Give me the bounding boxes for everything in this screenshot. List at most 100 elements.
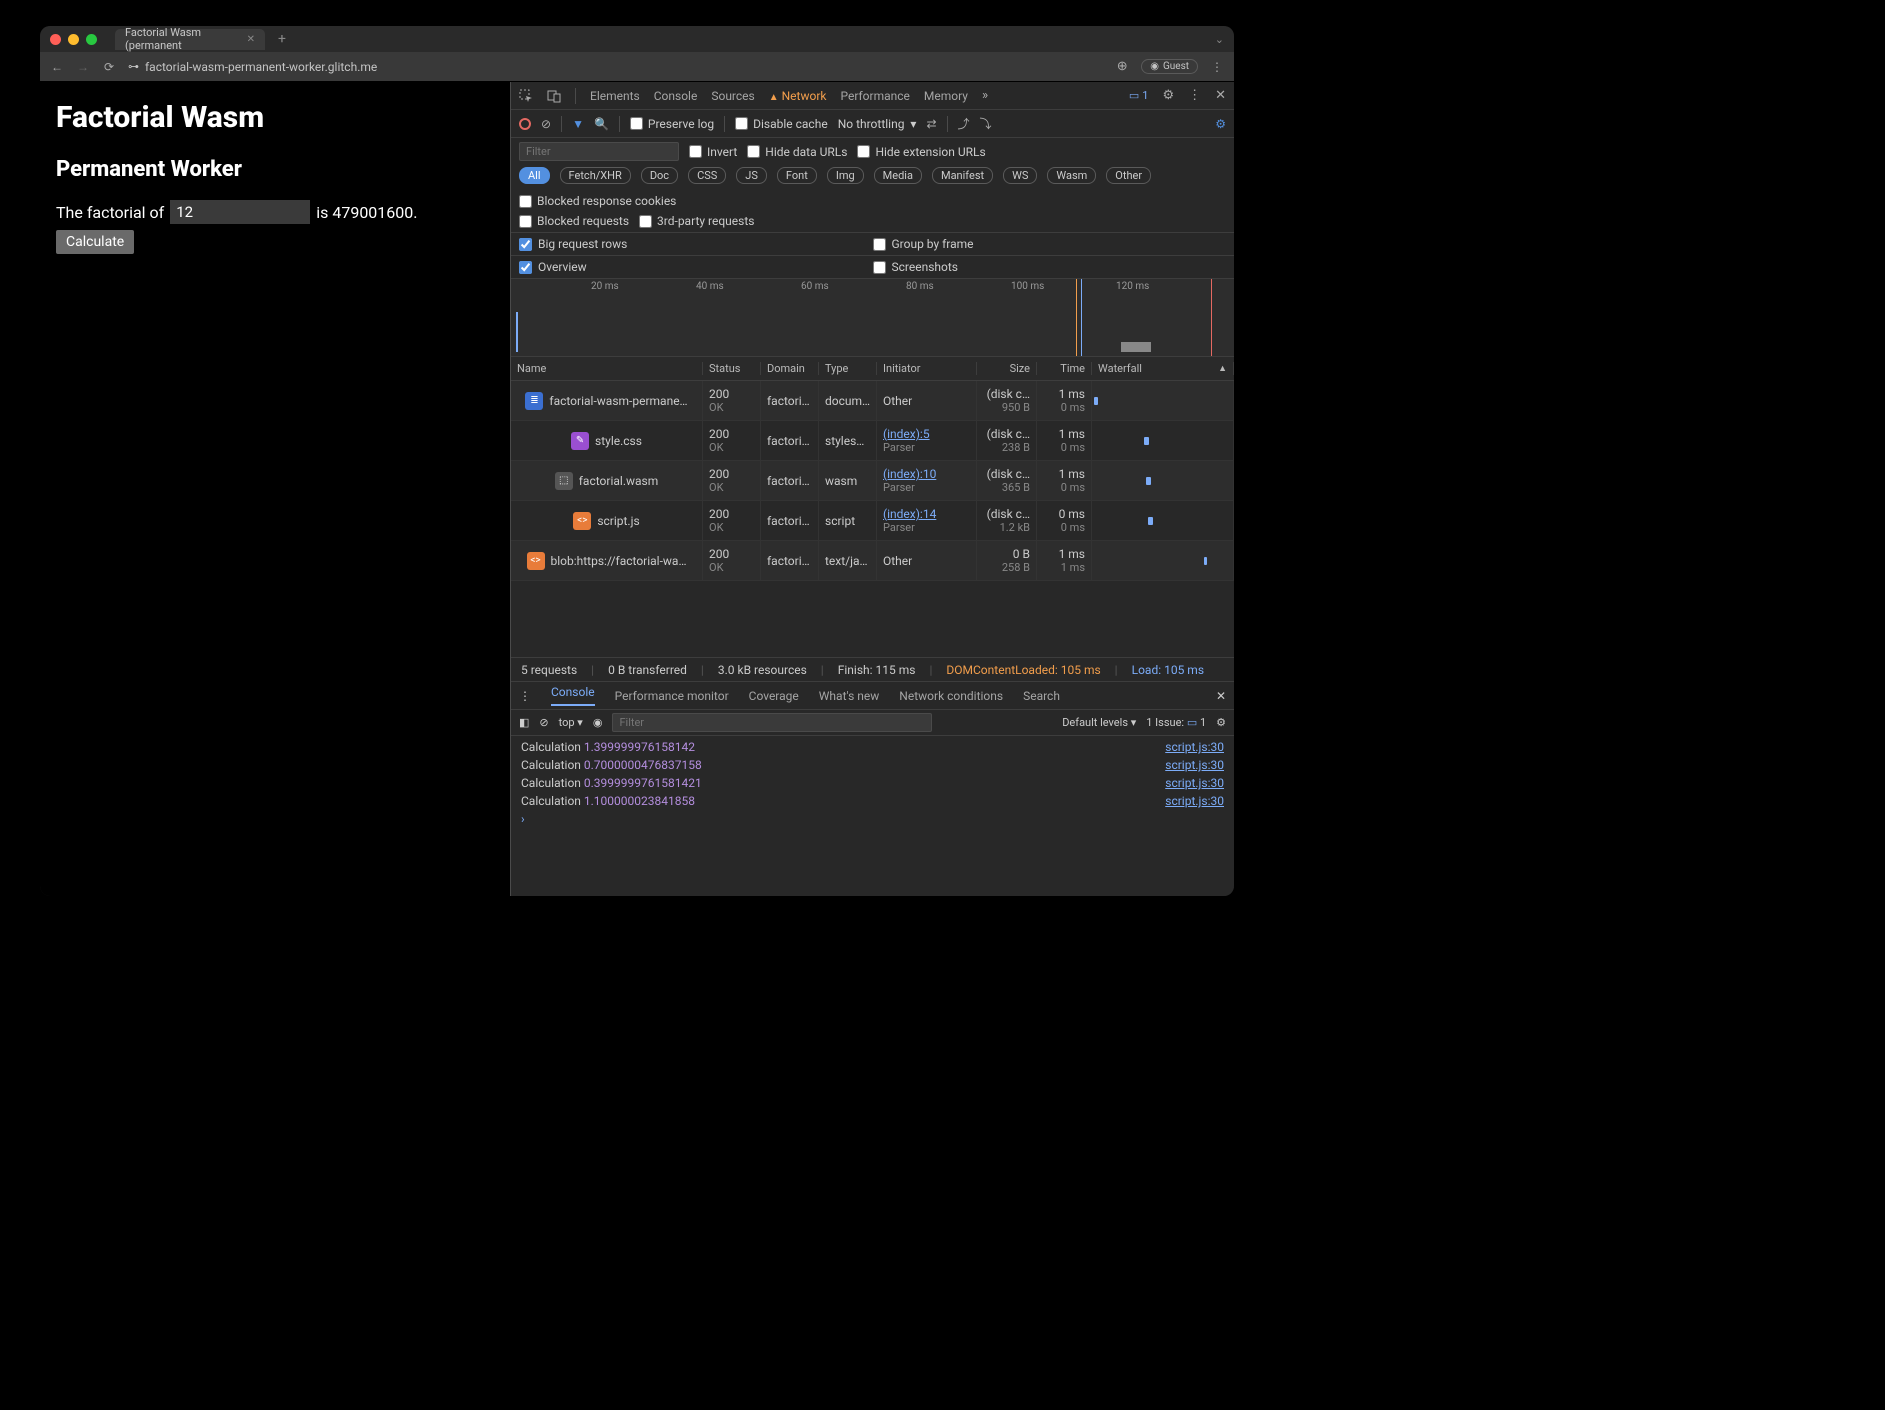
console-context-select[interactable]: top ▾: [559, 716, 583, 729]
col-time[interactable]: Time: [1037, 362, 1092, 375]
back-icon[interactable]: ←: [50, 60, 64, 74]
throttling-select[interactable]: No throttling ▾: [838, 117, 917, 131]
window-close-icon[interactable]: [50, 34, 61, 45]
table-row[interactable]: ✎style.css200OKfactori…styles…(index):5P…: [511, 421, 1234, 461]
chip-doc[interactable]: Doc: [641, 167, 678, 184]
browser-menu-icon[interactable]: ⋮: [1210, 60, 1224, 74]
chip-manifest[interactable]: Manifest: [932, 167, 993, 184]
drawer-tab-perfmon[interactable]: Performance monitor: [615, 689, 729, 703]
source-link[interactable]: script.js:30: [1165, 794, 1224, 808]
table-row[interactable]: ⬚factorial.wasm200OKfactori…wasm(index):…: [511, 461, 1234, 501]
disable-cache-checkbox[interactable]: Disable cache: [735, 117, 828, 131]
network-settings-icon[interactable]: ⚙: [1215, 117, 1226, 131]
chip-other[interactable]: Other: [1106, 167, 1151, 184]
forward-icon[interactable]: →: [76, 60, 90, 74]
overview-checkbox[interactable]: Overview: [519, 260, 873, 274]
drawer-tab-console[interactable]: Console: [551, 685, 595, 706]
zoom-icon[interactable]: ⊕: [1115, 59, 1129, 74]
drawer-close-icon[interactable]: ✕: [1216, 689, 1226, 703]
console-levels-select[interactable]: Default levels ▾: [1062, 716, 1136, 729]
chip-css[interactable]: CSS: [688, 167, 726, 184]
drawer-tab-search[interactable]: Search: [1023, 689, 1060, 703]
browser-tab[interactable]: Factorial Wasm (permanent ✕: [115, 29, 265, 50]
chip-font[interactable]: Font: [777, 167, 817, 184]
col-waterfall[interactable]: Waterfall▲: [1092, 362, 1234, 375]
chip-all[interactable]: All: [519, 167, 550, 184]
url-field[interactable]: ⊶ factorial-wasm-permanent-worker.glitch…: [128, 60, 1103, 74]
chip-img[interactable]: Img: [827, 167, 864, 184]
chip-ws[interactable]: WS: [1003, 167, 1037, 184]
close-tab-icon[interactable]: ✕: [247, 34, 255, 45]
col-status[interactable]: Status: [703, 362, 761, 375]
chip-fetch[interactable]: Fetch/XHR: [560, 167, 631, 184]
tab-sources[interactable]: Sources: [711, 89, 754, 103]
devtools-close-icon[interactable]: ✕: [1215, 88, 1226, 103]
hide-extension-urls-checkbox[interactable]: Hide extension URLs: [857, 145, 985, 159]
network-conditions-icon[interactable]: ⇄: [926, 117, 936, 131]
profile-button[interactable]: ◉ Guest: [1141, 59, 1198, 74]
col-size[interactable]: Size: [977, 362, 1037, 375]
settings-icon[interactable]: ⚙: [1162, 88, 1174, 103]
hide-data-urls-checkbox[interactable]: Hide data URLs: [747, 145, 847, 159]
devtools-menu-icon[interactable]: ⋮: [1188, 88, 1201, 103]
tab-elements[interactable]: Elements: [590, 89, 640, 103]
console-prompt[interactable]: ›: [511, 810, 1234, 828]
invert-checkbox[interactable]: Invert: [689, 145, 737, 159]
source-link[interactable]: script.js:30: [1165, 758, 1224, 772]
device-icon[interactable]: [547, 89, 561, 103]
console-live-icon[interactable]: ◉: [593, 716, 603, 729]
console-output[interactable]: Calculation 1.399999976158142script.js:3…: [511, 736, 1234, 896]
more-tabs-icon[interactable]: »: [982, 88, 988, 103]
tab-performance[interactable]: Performance: [840, 89, 909, 103]
col-initiator[interactable]: Initiator: [877, 362, 977, 375]
drawer-menu-icon[interactable]: ⋮: [519, 689, 531, 703]
third-party-checkbox[interactable]: 3rd-party requests: [639, 214, 754, 228]
drawer-tab-coverage[interactable]: Coverage: [749, 689, 799, 703]
reload-icon[interactable]: ⟳: [102, 60, 116, 74]
network-table[interactable]: Name Status Domain Type Initiator Size T…: [511, 357, 1234, 657]
factorial-input[interactable]: [170, 200, 310, 224]
big-rows-checkbox[interactable]: Big request rows: [519, 237, 873, 251]
chip-js[interactable]: JS: [736, 167, 767, 184]
issues-badge[interactable]: ▭ 1: [1129, 89, 1149, 102]
table-row[interactable]: <>blob:https://factorial-wa…200OKfactori…: [511, 541, 1234, 581]
console-settings-icon[interactable]: ⚙: [1216, 716, 1226, 729]
drawer-tab-whatsnew[interactable]: What's new: [819, 689, 880, 703]
inspect-icon[interactable]: [519, 89, 533, 103]
tab-console[interactable]: Console: [654, 89, 698, 103]
new-tab-button[interactable]: +: [278, 31, 286, 47]
blocked-requests-checkbox[interactable]: Blocked requests: [519, 214, 629, 228]
col-type[interactable]: Type: [819, 362, 877, 375]
console-issues-label[interactable]: 1 Issue: ▭ 1: [1146, 716, 1206, 729]
window-minimize-icon[interactable]: [68, 34, 79, 45]
calculate-button[interactable]: Calculate: [56, 230, 134, 254]
table-row[interactable]: ≣factorial-wasm-permane…200OKfactori…doc…: [511, 381, 1234, 421]
preserve-log-checkbox[interactable]: Preserve log: [630, 117, 714, 131]
console-clear-icon[interactable]: ⊘: [539, 716, 548, 729]
clear-icon[interactable]: ⊘: [541, 117, 551, 131]
export-icon[interactable]: ⤵: [980, 115, 992, 132]
console-filter-input[interactable]: [612, 713, 932, 732]
chip-wasm[interactable]: Wasm: [1047, 167, 1096, 184]
site-info-icon[interactable]: ⊶: [128, 60, 139, 73]
drawer-tab-netcond[interactable]: Network conditions: [899, 689, 1003, 703]
col-domain[interactable]: Domain: [761, 362, 819, 375]
filter-icon[interactable]: ▼: [572, 117, 584, 131]
console-sidebar-icon[interactable]: ◧: [519, 716, 529, 729]
tab-memory[interactable]: Memory: [924, 89, 968, 103]
record-button[interactable]: [519, 118, 531, 130]
source-link[interactable]: script.js:30: [1165, 740, 1224, 754]
col-name[interactable]: Name: [511, 362, 703, 375]
screenshots-checkbox[interactable]: Screenshots: [873, 260, 1227, 274]
source-link[interactable]: script.js:30: [1165, 776, 1224, 790]
blocked-cookies-checkbox[interactable]: Blocked response cookies: [519, 194, 676, 208]
table-row[interactable]: <>script.js200OKfactori…script(index):14…: [511, 501, 1234, 541]
network-timeline[interactable]: 20 ms 40 ms 60 ms 80 ms 100 ms 120 ms: [511, 279, 1234, 357]
tab-overflow-icon[interactable]: ⌄: [1215, 33, 1224, 46]
chip-media[interactable]: Media: [874, 167, 922, 184]
window-maximize-icon[interactable]: [86, 34, 97, 45]
network-filter-input[interactable]: [519, 142, 679, 161]
tab-network[interactable]: ▲ Network: [769, 89, 827, 103]
search-icon[interactable]: 🔍: [594, 117, 609, 131]
group-frame-checkbox[interactable]: Group by frame: [873, 237, 1227, 251]
